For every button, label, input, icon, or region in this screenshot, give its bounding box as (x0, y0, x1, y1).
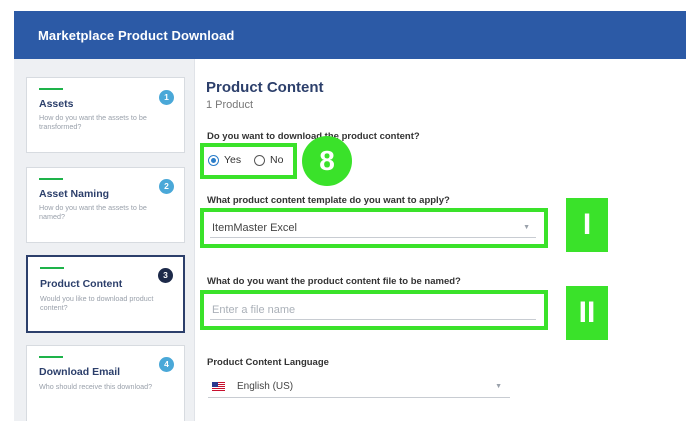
step-indicator-bar (39, 178, 63, 180)
field-underline (210, 319, 536, 320)
app-header: Marketplace Product Download (14, 11, 686, 59)
no-radio[interactable] (254, 155, 265, 166)
template-selected-value: ItemMaster Excel (212, 222, 297, 234)
filename-placeholder: Enter a file name (212, 304, 296, 316)
field-underline (210, 237, 536, 238)
step-download-email[interactable]: Download Email Who should receive this d… (26, 345, 185, 421)
language-selected-value: English (US) (237, 381, 294, 392)
template-select[interactable]: ItemMaster Excel ▼ (200, 208, 548, 248)
step-number-badge: 3 (158, 268, 173, 283)
no-label[interactable]: No (270, 154, 283, 166)
yes-radio[interactable] (208, 155, 219, 166)
annotation-badge-i: I (566, 198, 608, 252)
step-description: Would you like to download product conte… (40, 294, 154, 312)
step-product-content[interactable]: Product Content Would you like to downlo… (26, 255, 185, 333)
language-label: Product Content Language (207, 357, 329, 368)
step-asset-naming[interactable]: Asset Naming How do you want the assets … (26, 167, 185, 243)
annotation-badge-ii: II (566, 286, 608, 340)
step-description: How do you want the assets to be transfo… (39, 113, 147, 131)
step-description: Who should receive this download? (39, 382, 153, 391)
step-number-badge: 4 (159, 357, 174, 372)
step-title: Product Content (40, 278, 123, 290)
chevron-down-icon: ▼ (495, 383, 502, 390)
step-title: Asset Naming (39, 188, 110, 200)
step-indicator-bar (39, 356, 63, 358)
product-count: 1 Product (206, 99, 254, 111)
step-description: How do you want the assets to be named? (39, 203, 147, 221)
step-indicator-bar (39, 88, 63, 90)
filename-input[interactable]: Enter a file name (200, 290, 548, 330)
language-select[interactable]: English (US) ▼ (208, 376, 510, 398)
annotation-badge-8: 8 (302, 136, 352, 186)
filename-question-label: What do you want the product content fil… (207, 276, 461, 287)
page-title: Product Content (206, 79, 324, 96)
step-number-badge: 1 (159, 90, 174, 105)
step-title: Assets (39, 98, 74, 110)
download-radio-group: Yes No (200, 143, 297, 179)
step-number-badge: 2 (159, 179, 174, 194)
step-assets[interactable]: Assets How do you want the assets to be … (26, 77, 185, 153)
chevron-down-icon: ▼ (523, 224, 530, 231)
template-question-label: What product content template do you wan… (207, 195, 450, 206)
step-indicator-bar (40, 267, 64, 269)
step-title: Download Email (39, 366, 121, 378)
yes-label[interactable]: Yes (224, 154, 241, 166)
us-flag-icon (212, 382, 225, 391)
